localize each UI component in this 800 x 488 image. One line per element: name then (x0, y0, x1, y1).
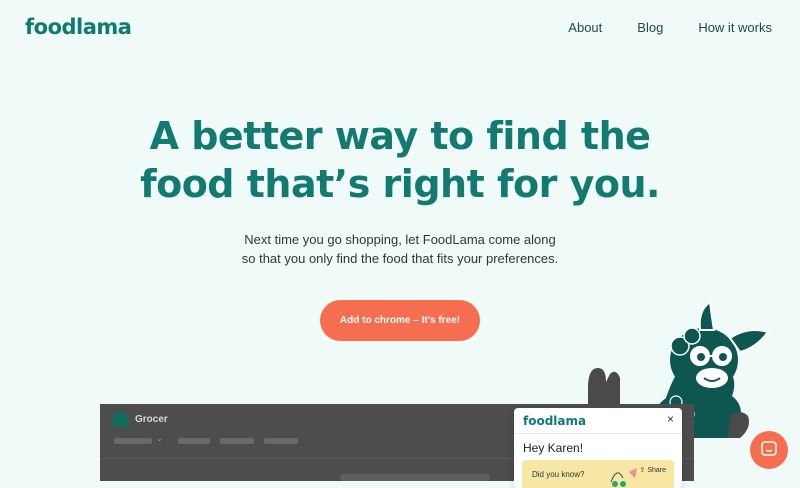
share-label: Share (647, 467, 666, 474)
veggies-illustration (610, 468, 637, 487)
card-title: Did you know? (532, 470, 585, 479)
headline-line-2: food that’s right for you. (140, 162, 660, 206)
popup-logo: foodlama (523, 414, 587, 428)
subtitle-line-1: Next time you go shopping, let FoodLama … (244, 232, 556, 247)
grocer-logo-icon (113, 413, 128, 427)
chat-launcher-button[interactable] (750, 431, 788, 469)
brand-logo[interactable]: foodlama (25, 15, 132, 39)
headline-line-1: A better way to find the (149, 114, 651, 158)
extension-popup: foodlama × Hey Karen! Did you know? ⇪ Sh… (514, 408, 682, 488)
placeholder-shadow (340, 474, 490, 481)
nav-about[interactable]: About (568, 20, 602, 35)
chat-bubble-icon (761, 440, 777, 456)
share-button[interactable]: ⇪ Share (639, 466, 666, 474)
subtitle-line-2: so that you only find the food that fits… (241, 251, 559, 266)
nav-blog[interactable]: Blog (637, 20, 663, 35)
placeholder-bar (264, 438, 298, 444)
popup-greeting: Hey Karen! (523, 441, 584, 455)
grocer-title: Grocer (135, 414, 168, 425)
hero-headline: A better way to find the food that’s rig… (0, 112, 800, 208)
top-nav: About Blog How it works (568, 20, 772, 35)
add-to-chrome-button[interactable]: Add to chrome – It’s free! (320, 300, 480, 341)
did-you-know-card[interactable]: Did you know? ⇪ Share (522, 460, 674, 488)
share-icon: ⇪ (639, 467, 646, 474)
close-icon[interactable]: × (667, 412, 674, 426)
chevron-down-icon: ⌄ (156, 434, 163, 443)
placeholder-bar (220, 438, 254, 444)
placeholder-bar (178, 438, 210, 444)
nav-how-it-works[interactable]: How it works (698, 20, 772, 35)
hero-subtitle: Next time you go shopping, let FoodLama … (0, 230, 800, 268)
placeholder-bar (114, 438, 152, 444)
divider (514, 433, 682, 434)
